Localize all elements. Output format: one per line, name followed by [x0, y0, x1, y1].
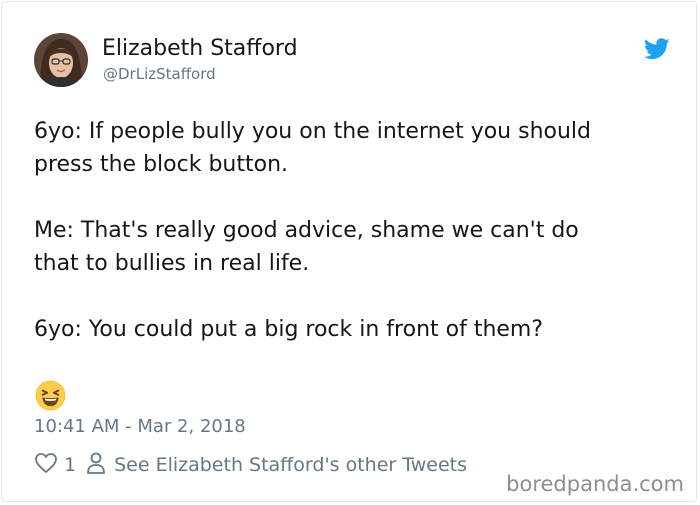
avatar[interactable] [34, 33, 88, 87]
twitter-bird-icon[interactable] [643, 38, 670, 60]
tweet-text-line-5: 6yo: You could put a big rock in front o… [34, 317, 544, 342]
person-icon[interactable] [86, 451, 106, 480]
heart-icon[interactable] [34, 452, 58, 479]
like-count: 1 [64, 454, 77, 476]
tweet-text-line-4: that to bullies in real life. [34, 251, 310, 276]
tweet-text-line-2: press the block button. [34, 152, 288, 177]
tweet-text-line-1: 6yo: If people bully you on the internet… [34, 119, 592, 144]
author-handle[interactable]: @DrLizStafford [103, 64, 216, 84]
tweet-actions: 1 See Elizabeth Stafford's other Tweets [34, 452, 467, 478]
tweet-timestamp[interactable]: 10:41 AM - Mar 2, 2018 [34, 416, 246, 438]
tweet-card: Elizabeth Stafford @DrLizStafford 6yo: I… [1, 1, 697, 502]
laughing-face-emoji [35, 380, 66, 411]
watermark: boredpanda.com [506, 472, 684, 496]
author-name[interactable]: Elizabeth Stafford [102, 36, 298, 62]
see-other-tweets-link[interactable]: See Elizabeth Stafford's other Tweets [114, 454, 467, 476]
avatar-image [34, 33, 88, 87]
tweet-text-line-3: Me: That's really good advice, shame we … [34, 218, 579, 243]
